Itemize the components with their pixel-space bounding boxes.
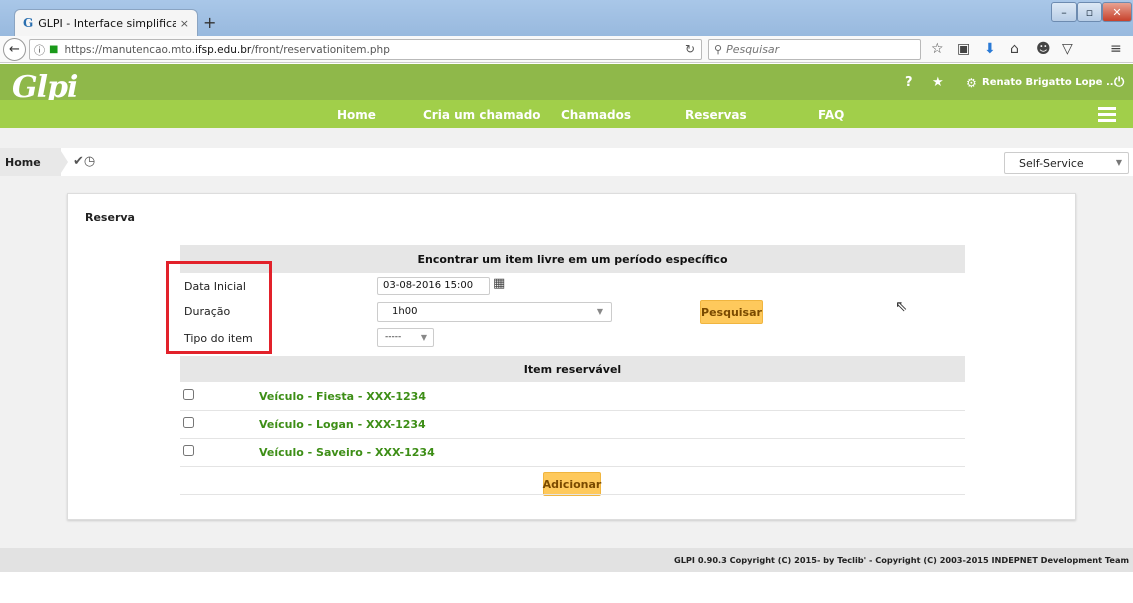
copyright-text: GLPI 0.90.3 Copyright (C) 2015- by Tecli… — [673, 555, 1129, 565]
menu-item-home[interactable]: Home — [337, 108, 376, 122]
highlight-annotation-box — [166, 261, 272, 354]
pocket-icon[interactable]: ▽ — [1062, 41, 1073, 57]
item-link[interactable]: Veículo - Saveiro - XXX-1234 — [259, 446, 435, 459]
glpi-favicon-icon: G — [23, 16, 34, 30]
item-checkbox[interactable] — [183, 389, 194, 400]
item-type-select[interactable]: ----- ▼ — [377, 328, 434, 347]
footer: GLPI 0.90.3 Copyright (C) 2015- by Tecli… — [0, 548, 1133, 572]
add-button[interactable]: Adicionar — [543, 472, 601, 496]
item-checkbox[interactable] — [183, 417, 194, 428]
breadcrumb: Home ✔◷ Self-Service ▼ — [0, 148, 1133, 176]
breadcrumb-arrow — [59, 148, 68, 176]
item-link[interactable]: Veículo - Fiesta - XXX-1234 — [259, 390, 426, 403]
list-item: Veículo - Logan - XXX-1234 — [180, 411, 965, 439]
hamburger-menu-icon[interactable] — [1098, 107, 1116, 125]
maximize-window-button[interactable]: ▫ — [1077, 2, 1102, 22]
profile-select-value: Self-Service — [1019, 156, 1084, 170]
browser-search-box[interactable]: ⚲ — [708, 39, 921, 60]
chevron-down-icon: ▼ — [1115, 158, 1122, 167]
divider — [180, 494, 965, 495]
search-icon: ⚲ — [714, 43, 723, 56]
reload-icon[interactable]: ↻ — [685, 42, 695, 56]
sub-header-band — [0, 128, 1133, 148]
list-item: Veículo - Saveiro - XXX-1234 — [180, 439, 965, 467]
close-tab-icon[interactable]: × — [180, 17, 189, 30]
home-icon[interactable]: ⌂ — [1010, 41, 1019, 57]
menu-item-faq[interactable]: FAQ — [818, 108, 844, 122]
search-form-header: Encontrar um item livre em um período es… — [180, 245, 965, 273]
card-title: Reserva — [85, 211, 135, 224]
user-name-link[interactable]: Renato Brigatto Lope ... — [982, 77, 1117, 88]
start-date-input[interactable]: 03-08-2016 15:00 — [377, 277, 490, 295]
arrow-left-icon: ← — [9, 42, 20, 57]
address-bar[interactable]: ⓘ ■ https://manutencao.mto.ifsp.edu.br/f… — [29, 39, 702, 60]
logout-icon[interactable]: ⏻ — [1114, 75, 1124, 90]
main-menu: Home Cria um chamado Chamados Reservas F… — [0, 100, 1133, 128]
help-icon[interactable]: ? — [905, 75, 913, 90]
favorite-star-icon[interactable]: ★ — [932, 75, 944, 90]
breadcrumb-home[interactable]: Home — [0, 148, 61, 176]
reservation-check-icon[interactable]: ✔◷ — [73, 154, 95, 169]
glpi-top-bar — [0, 64, 1133, 100]
menu-item-tickets[interactable]: Chamados — [561, 108, 631, 122]
chat-icon[interactable]: ☻ — [1036, 41, 1051, 57]
browser-tab[interactable]: G GLPI - Interface simplificada × — [14, 9, 198, 36]
list-item: Veículo - Fiesta - XXX-1234 — [180, 383, 965, 411]
lock-icon: ■ — [49, 44, 59, 55]
browser-search-input[interactable] — [726, 43, 907, 56]
reservable-items-header: Item reservável — [180, 356, 965, 382]
search-button[interactable]: Pesquisar — [700, 300, 763, 324]
close-window-button[interactable]: ✕ — [1102, 2, 1132, 22]
reading-list-icon[interactable]: ▣ — [957, 41, 970, 57]
item-link[interactable]: Veículo - Logan - XXX-1234 — [259, 418, 426, 431]
minimize-window-button[interactable]: – — [1051, 2, 1077, 22]
tab-title: GLPI - Interface simplificada — [38, 16, 176, 30]
menu-item-new-ticket[interactable]: Cria um chamado — [423, 108, 541, 122]
duration-select[interactable]: 1h00 ▼ — [377, 302, 612, 322]
new-tab-button[interactable]: + — [203, 13, 216, 32]
downloads-icon[interactable]: ⬇ — [984, 41, 996, 57]
info-icon[interactable]: ⓘ — [34, 42, 45, 58]
browser-navbar: ← ⓘ ■ https://manutencao.mto.ifsp.edu.br… — [0, 36, 1133, 63]
menu-item-reservations[interactable]: Reservas — [685, 108, 747, 122]
gear-icon[interactable]: ⚙ — [966, 76, 977, 90]
profile-select[interactable]: Self-Service ▼ — [1004, 152, 1129, 174]
duration-select-value: 1h00 — [392, 306, 418, 317]
back-button[interactable]: ← — [3, 38, 26, 61]
calendar-icon[interactable]: ▦ — [493, 276, 505, 291]
url-text: https://manutencao.mto.ifsp.edu.br/front… — [64, 43, 390, 56]
chevron-down-icon: ▼ — [420, 333, 427, 342]
browser-menu-icon[interactable]: ≡ — [1110, 41, 1122, 57]
chevron-down-icon: ▼ — [596, 307, 603, 316]
item-type-select-value: ----- — [385, 332, 402, 342]
item-checkbox[interactable] — [183, 445, 194, 456]
reservation-card: Reserva Encontrar um item livre em um pe… — [67, 193, 1076, 520]
bookmark-star-icon[interactable]: ☆ — [931, 41, 944, 57]
mouse-cursor-icon: ⇖ — [895, 297, 908, 315]
